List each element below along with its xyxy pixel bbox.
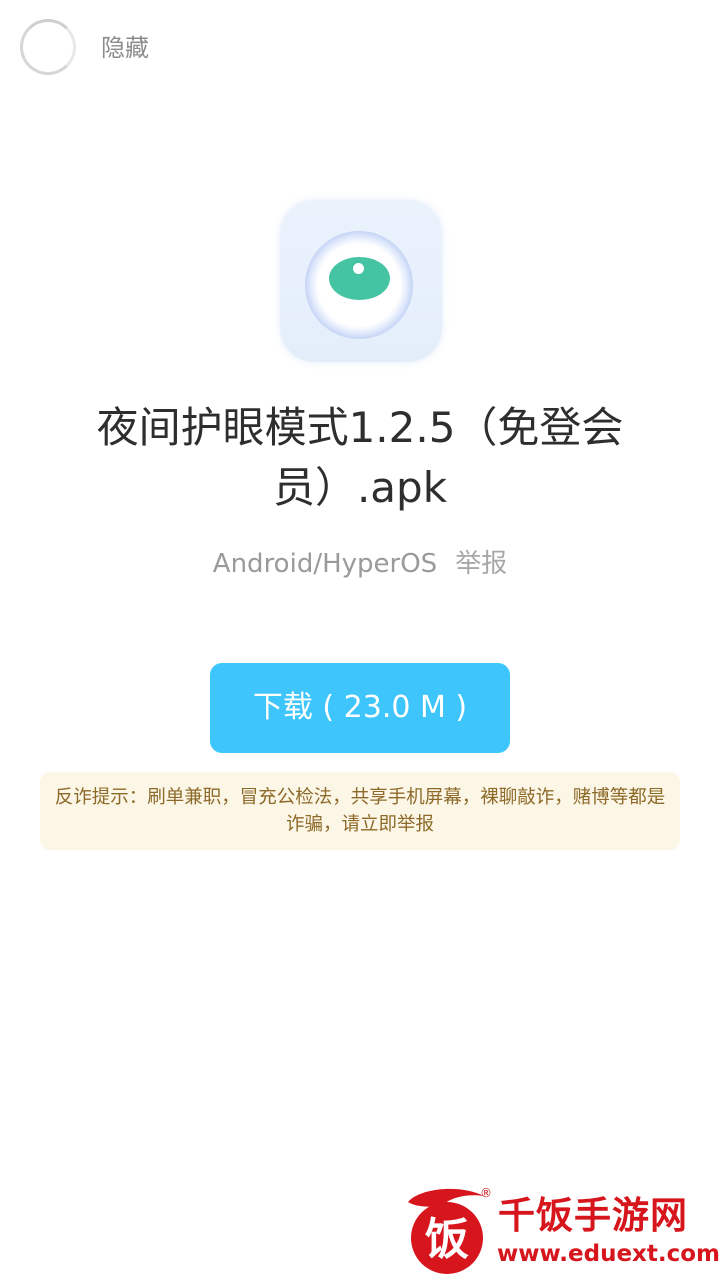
eye-iris	[329, 257, 390, 300]
circle-toggle-icon[interactable]	[20, 19, 76, 75]
download-button[interactable]: 下载 ( 23.0 M )	[210, 663, 510, 753]
eye-ring	[305, 231, 413, 339]
site-name: 千饭手游网	[498, 1194, 688, 1237]
meta-row: Android/HyperOS 举报	[0, 545, 720, 583]
app-eye-icon	[280, 200, 442, 362]
download-page: 隐藏 夜间护眼模式1.2.5（免登会员）.apk Android/HyperOS…	[0, 0, 720, 1280]
site-url: www.eduext.com	[497, 1241, 720, 1267]
report-link[interactable]: 举报	[455, 545, 507, 583]
registered-mark: ®	[480, 1186, 492, 1200]
eye-glint	[353, 263, 364, 274]
logo-char: 饭	[425, 1214, 469, 1265]
platform-label: Android/HyperOS	[212, 549, 438, 579]
top-bar: 隐藏	[0, 0, 720, 100]
anti-fraud-warning: 反诈提示：刷单兼职，冒充公检法，共享手机屏幕，裸聊敲诈，赌博等都是诈骗，请立即举…	[40, 772, 680, 850]
site-watermark-logo: 饭 ® 千饭手游网 www.eduext.com	[400, 1182, 720, 1274]
app-title: 夜间护眼模式1.2.5（免登会员）.apk	[96, 403, 624, 512]
hide-button[interactable]: 隐藏	[101, 31, 149, 65]
